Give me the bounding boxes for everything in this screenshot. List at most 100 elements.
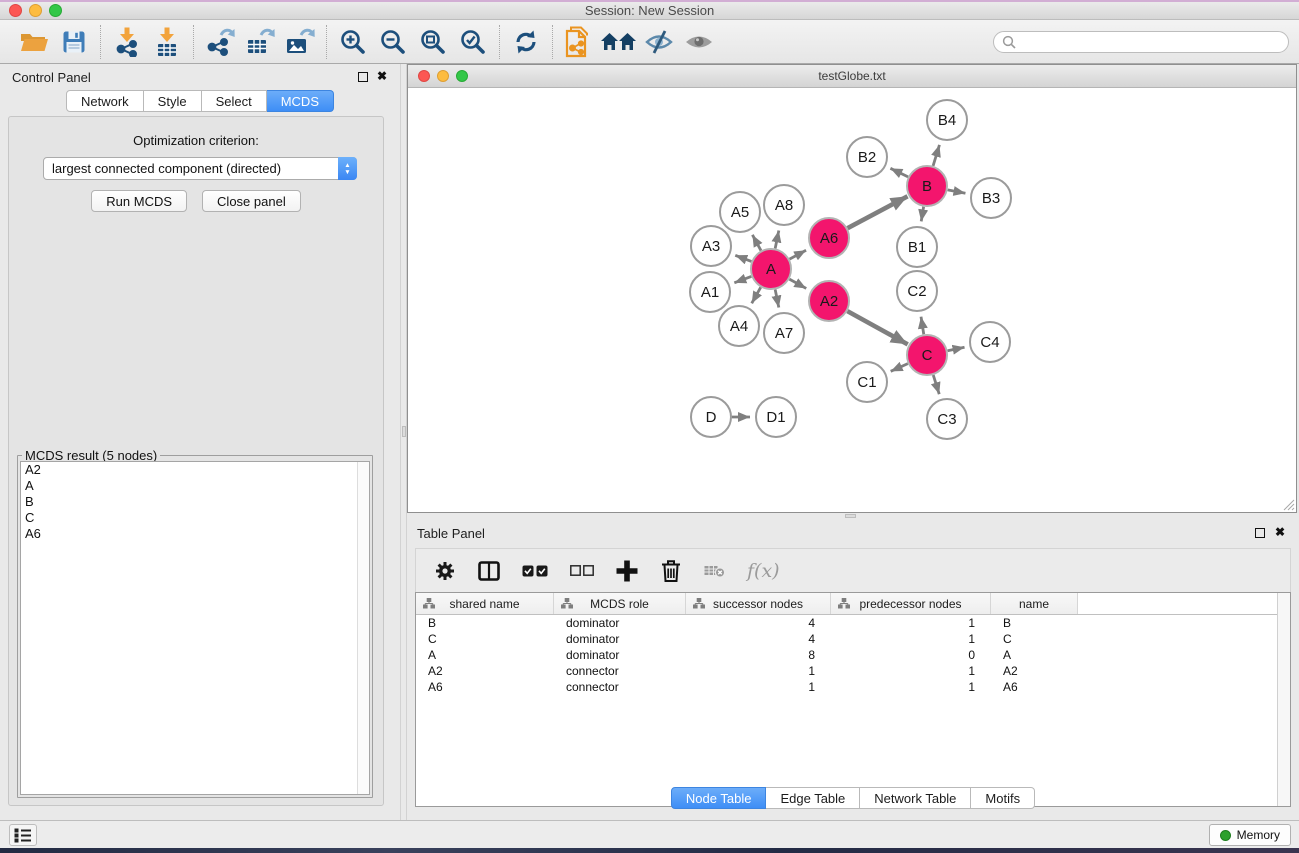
show-hidden-button[interactable] xyxy=(679,24,719,60)
horizontal-splitter[interactable] xyxy=(407,513,1299,520)
save-session-button[interactable] xyxy=(54,24,94,60)
table-row[interactable]: Cdominator41C xyxy=(416,631,1290,647)
table-row[interactable]: Adominator80A xyxy=(416,647,1290,663)
graph-node-A7[interactable]: A7 xyxy=(764,313,804,353)
run-mcds-button[interactable]: Run MCDS xyxy=(91,190,187,212)
column-header-predecessor-nodes[interactable]: predecessor nodes xyxy=(831,593,991,614)
close-panel-icon[interactable]: ✖ xyxy=(1275,525,1285,539)
graph-node-A6[interactable]: A6 xyxy=(809,218,849,258)
graph-node-C4[interactable]: C4 xyxy=(970,322,1010,362)
minimize-window-button[interactable] xyxy=(29,4,42,17)
mcds-result-item[interactable]: C xyxy=(21,510,369,526)
tab-motifs[interactable]: Motifs xyxy=(971,787,1035,809)
graph-edge-A-A7[interactable] xyxy=(775,290,779,308)
graph-node-B2[interactable]: B2 xyxy=(847,137,887,177)
graph-node-A[interactable]: A xyxy=(751,249,791,289)
mcds-result-item[interactable]: A xyxy=(21,478,369,494)
mcds-result-item[interactable]: A2 xyxy=(21,462,369,478)
zoom-out-button[interactable] xyxy=(373,24,413,60)
network-close-button[interactable] xyxy=(418,70,430,82)
graph-edge-C-C4[interactable] xyxy=(948,347,965,351)
zoom-selected-button[interactable] xyxy=(453,24,493,60)
select-all-button[interactable] xyxy=(522,554,548,588)
open-session-button[interactable] xyxy=(14,24,54,60)
graph-node-A4[interactable]: A4 xyxy=(719,306,759,346)
graph-node-B4[interactable]: B4 xyxy=(927,100,967,140)
optimization-criterion-select[interactable]: largest connected component (directed) ▲… xyxy=(43,157,357,180)
close-panel-icon[interactable]: ✖ xyxy=(377,69,387,83)
graph-edge-A-A6[interactable] xyxy=(790,250,807,259)
mcds-result-list[interactable]: A2ABCA6 xyxy=(20,461,370,795)
graph-node-A3[interactable]: A3 xyxy=(691,226,731,266)
import-network-button[interactable] xyxy=(107,24,147,60)
export-network-button[interactable] xyxy=(200,24,240,60)
splitter-grip[interactable] xyxy=(845,514,856,518)
show-all-networks-button[interactable] xyxy=(599,24,639,60)
graph-node-A8[interactable]: A8 xyxy=(764,185,804,225)
show-task-history-button[interactable] xyxy=(9,824,37,846)
vertical-splitter[interactable] xyxy=(400,64,407,820)
table-scrollbar[interactable] xyxy=(1277,593,1290,806)
graph-node-B[interactable]: B xyxy=(907,166,947,206)
graph-edge-A-A8[interactable] xyxy=(775,230,779,248)
graph-node-C2[interactable]: C2 xyxy=(897,271,937,311)
table-row[interactable]: Bdominator41B xyxy=(416,615,1290,631)
delete-column-button[interactable] xyxy=(660,554,682,588)
graph-edge-C-C2[interactable] xyxy=(921,317,924,335)
tab-network-table[interactable]: Network Table xyxy=(860,787,971,809)
import-table-button[interactable] xyxy=(147,24,187,60)
column-header-shared-name[interactable]: shared name xyxy=(416,593,554,614)
graph-edge-C-C3[interactable] xyxy=(933,375,939,394)
column-header-name[interactable]: name xyxy=(991,593,1078,614)
graph-node-A2[interactable]: A2 xyxy=(809,281,849,321)
new-network-from-selection-button[interactable] xyxy=(559,24,599,60)
maximize-window-button[interactable] xyxy=(49,4,62,17)
network-minimize-button[interactable] xyxy=(437,70,449,82)
network-canvas[interactable]: B4B2BB3A8A5A6A3B1AA1C2A2A4A7C4CC1DD1C3 xyxy=(408,88,1296,512)
graph-edge-B-B2[interactable] xyxy=(890,168,908,177)
tab-style[interactable]: Style xyxy=(144,90,202,112)
memory-button[interactable]: Memory xyxy=(1209,824,1291,846)
mcds-result-item[interactable]: A6 xyxy=(21,526,369,542)
graph-edge-A-A2[interactable] xyxy=(789,279,806,288)
graph-edge-B-B3[interactable] xyxy=(948,190,966,193)
graph-node-C3[interactable]: C3 xyxy=(927,399,967,439)
graph-edge-B-B4[interactable] xyxy=(933,145,939,166)
tab-mcds[interactable]: MCDS xyxy=(267,90,334,112)
table-row[interactable]: A2connector11A2 xyxy=(416,663,1290,679)
graph-edge-A2-C[interactable] xyxy=(847,311,907,344)
graph-node-C[interactable]: C xyxy=(907,335,947,375)
splitter-grip[interactable] xyxy=(402,426,406,437)
create-column-button[interactable] xyxy=(616,554,638,588)
graph-edge-C-C1[interactable] xyxy=(891,364,908,372)
tab-edge-table[interactable]: Edge Table xyxy=(766,787,860,809)
graph-node-D1[interactable]: D1 xyxy=(756,397,796,437)
mcds-list-scrollbar[interactable] xyxy=(357,462,369,794)
mcds-result-item[interactable]: B xyxy=(21,494,369,510)
window-resize-grip[interactable] xyxy=(1281,497,1295,511)
export-table-button[interactable] xyxy=(240,24,280,60)
network-maximize-button[interactable] xyxy=(456,70,468,82)
tab-node-table[interactable]: Node Table xyxy=(671,787,767,809)
graph-edge-B-B1[interactable] xyxy=(921,207,923,222)
close-panel-button[interactable]: Close panel xyxy=(202,190,301,212)
graph-node-C1[interactable]: C1 xyxy=(847,362,887,402)
tab-network[interactable]: Network xyxy=(66,90,144,112)
column-header-mcds-role[interactable]: MCDS role xyxy=(554,593,686,614)
graph-node-B3[interactable]: B3 xyxy=(971,178,1011,218)
graph-edge-A6-B[interactable] xyxy=(848,196,908,228)
show-columns-button[interactable] xyxy=(478,554,500,588)
float-panel-icon[interactable] xyxy=(358,72,368,82)
apply-layout-button[interactable] xyxy=(506,24,546,60)
graph-edge-A-A1[interactable] xyxy=(734,276,751,282)
table-settings-button[interactable] xyxy=(434,554,456,588)
graph-node-A1[interactable]: A1 xyxy=(690,272,730,312)
graph-node-B1[interactable]: B1 xyxy=(897,227,937,267)
graph-edge-A-A3[interactable] xyxy=(735,255,751,261)
graph-edge-A-A4[interactable] xyxy=(752,287,761,303)
graph-node-A5[interactable]: A5 xyxy=(720,192,760,232)
zoom-fit-button[interactable] xyxy=(413,24,453,60)
close-window-button[interactable] xyxy=(9,4,22,17)
table-row[interactable]: A6connector11A6 xyxy=(416,679,1290,695)
float-panel-icon[interactable] xyxy=(1255,528,1265,538)
